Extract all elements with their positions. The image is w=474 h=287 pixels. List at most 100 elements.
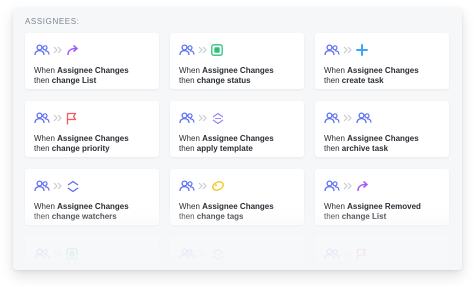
card-icons <box>179 42 304 58</box>
trigger-line: When Assignee Changes <box>179 134 304 144</box>
action-text: change watchers <box>51 212 117 221</box>
trigger-text: Assignee Removed <box>347 202 421 211</box>
trigger-text: Assignee Changes <box>202 66 274 75</box>
chevron-right-icon <box>343 182 352 190</box>
chevron-right-icon <box>343 46 352 54</box>
action-text: archive task <box>341 144 389 153</box>
automation-card[interactable]: When Assignee Changes then change watche… <box>25 169 159 225</box>
chevron-right-icon <box>53 250 62 258</box>
action-line: then archive task <box>324 144 449 154</box>
when-text: When <box>179 66 203 75</box>
flag-icon <box>66 112 77 125</box>
card-icons <box>34 42 159 58</box>
trigger-text: Assignee Changes <box>57 66 129 75</box>
flag-icon <box>356 248 367 261</box>
chevron-right-icon <box>343 114 352 122</box>
when-text: When <box>34 202 58 211</box>
users-icon <box>324 248 340 260</box>
users-icon <box>179 112 195 124</box>
then-text: then <box>324 212 342 221</box>
automation-card[interactable]: When Assignee Removed then change List <box>315 169 449 225</box>
action-line: then change tags <box>179 212 304 222</box>
then-text: then <box>179 144 197 153</box>
automation-card[interactable]: When Assignee Changes then apply templat… <box>170 101 304 157</box>
then-text: then <box>34 76 52 85</box>
automation-card[interactable]: When Assignee Changes then change List <box>25 33 159 89</box>
users-icon <box>179 44 195 56</box>
status-square-icon <box>211 44 223 56</box>
automation-panel: ASSIGNEES: When Assignee Changes then ch… <box>13 8 462 270</box>
action-line: then change priority <box>34 144 159 154</box>
action-line: then change List <box>34 76 159 86</box>
then-text: then <box>34 212 52 221</box>
card-icons <box>324 178 449 194</box>
when-text: When <box>179 134 203 143</box>
card-icons <box>34 110 159 126</box>
automation-card[interactable]: When Assignee Changes then create task <box>315 33 449 89</box>
trigger-line: When Assignee Changes <box>34 66 159 76</box>
then-text: then <box>179 76 197 85</box>
users-icon <box>324 112 340 124</box>
action-line: then create task <box>324 76 449 86</box>
chevron-right-icon <box>198 46 207 54</box>
users-icon <box>324 180 340 192</box>
trigger-line: When Assignee Changes <box>179 202 304 212</box>
automation-card[interactable] <box>25 237 159 270</box>
card-icons <box>34 178 159 194</box>
trigger-text: Assignee Changes <box>347 66 419 75</box>
template-chevrons-icon <box>211 112 225 125</box>
users-icon <box>34 44 50 56</box>
action-text: change priority <box>51 144 110 153</box>
users-icon <box>324 44 340 56</box>
chevron-right-icon <box>53 182 62 190</box>
automation-card[interactable] <box>170 237 304 270</box>
card-icons <box>179 246 304 262</box>
trigger-line: When Assignee Changes <box>34 134 159 144</box>
action-text: change tags <box>196 212 244 221</box>
card-icons <box>324 110 449 126</box>
action-text: apply template <box>196 144 253 153</box>
chevron-right-icon <box>53 114 62 122</box>
action-line: then change watchers <box>34 212 159 222</box>
then-text: then <box>324 76 342 85</box>
trigger-text: Assignee Changes <box>202 202 274 211</box>
action-text: change status <box>196 76 251 85</box>
when-text: When <box>324 66 348 75</box>
card-icons <box>34 246 159 262</box>
automation-card[interactable]: When Assignee Changes then archive task <box>315 101 449 157</box>
chevron-right-icon <box>198 114 207 122</box>
arrow-share-icon <box>356 180 370 192</box>
users-icon <box>179 248 195 260</box>
when-text: When <box>179 202 203 211</box>
trigger-text: Assignee Changes <box>57 202 129 211</box>
automation-card[interactable]: When Assignee Changes then change status <box>170 33 304 89</box>
tags-icon <box>211 180 225 192</box>
then-text: then <box>324 144 342 153</box>
automation-card[interactable]: When Assignee Changes then change priori… <box>25 101 159 157</box>
users-icon <box>179 180 195 192</box>
trigger-text: Assignee Changes <box>202 134 274 143</box>
chevron-right-icon <box>198 182 207 190</box>
trigger-line: When Assignee Removed <box>324 202 449 212</box>
action-text: change List <box>341 212 387 221</box>
card-icons <box>324 42 449 58</box>
trigger-text: Assignee Changes <box>347 134 419 143</box>
status-square-icon <box>66 248 78 260</box>
action-text: change List <box>51 76 97 85</box>
action-line: then change List <box>324 212 449 222</box>
then-text: then <box>179 212 197 221</box>
when-text: When <box>34 134 58 143</box>
automation-card[interactable]: When Assignee Changes then change tags <box>170 169 304 225</box>
arrow-share-icon <box>66 44 80 56</box>
automation-card[interactable] <box>315 237 449 270</box>
then-text: then <box>34 144 52 153</box>
when-text: When <box>324 134 348 143</box>
card-icons <box>179 178 304 194</box>
users-icon <box>34 248 50 260</box>
action-line: then change status <box>179 76 304 86</box>
watchers-chevrons-icon <box>66 180 80 193</box>
users-icon <box>34 180 50 192</box>
card-icons <box>179 110 304 126</box>
chevron-right-icon <box>198 250 207 258</box>
plus-icon <box>356 44 368 56</box>
